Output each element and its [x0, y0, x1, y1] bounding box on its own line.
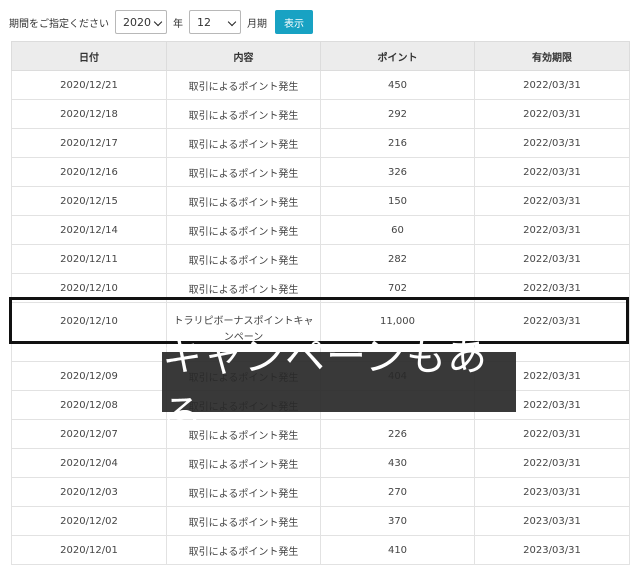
cell-expiry: 2022/03/31	[474, 70, 630, 100]
cell-points: 270	[320, 477, 475, 507]
cell-points: 410	[320, 535, 475, 565]
table-row: 2020/12/18 取引によるポイント発生 292 2022/03/31	[11, 99, 630, 129]
cell-expiry: 2022/03/31	[474, 128, 630, 158]
cell-expiry: 2022/03/31	[474, 186, 630, 216]
cell-expiry: 2023/03/31	[474, 535, 630, 565]
table-row: 2020/12/15 取引によるポイント発生 150 2022/03/31	[11, 186, 630, 216]
cell-expiry: 2022/03/31	[474, 157, 630, 187]
cell-date: 2020/12/10	[11, 302, 167, 362]
cell-points: 60	[320, 215, 475, 245]
cell-points: 430	[320, 448, 475, 478]
cell-points: 326	[320, 157, 475, 187]
period-filter: 期間をご指定ください 2020 年 12 月期 表示	[9, 9, 313, 35]
header-points: ポイント	[320, 41, 475, 71]
cell-date: 2020/12/02	[11, 506, 167, 536]
table-row: 2020/12/11 取引によるポイント発生 282 2022/03/31	[11, 244, 630, 274]
cell-points: 292	[320, 99, 475, 129]
cell-points: 370	[320, 506, 475, 536]
period-label: 期間をご指定ください	[9, 18, 109, 30]
cell-date: 2020/12/03	[11, 477, 167, 507]
table-header-row: 日付 内容 ポイント 有効期限	[11, 41, 630, 71]
cell-description: 取引によるポイント発生	[166, 244, 321, 274]
cell-points: 216	[320, 128, 475, 158]
cell-date: 2020/12/15	[11, 186, 167, 216]
cell-description: 取引によるポイント発生	[166, 477, 321, 507]
cell-expiry: 2022/03/31	[474, 448, 630, 478]
cell-description: 取引によるポイント発生	[166, 215, 321, 245]
table-row: 2020/12/21 取引によるポイント発生 450 2022/03/31	[11, 70, 630, 100]
year-value: 2020	[123, 15, 151, 29]
chevron-down-icon	[227, 17, 237, 27]
table-row: 2020/12/14 取引によるポイント発生 60 2022/03/31	[11, 215, 630, 245]
cell-date: 2020/12/17	[11, 128, 167, 158]
cell-expiry: 2023/03/31	[474, 477, 630, 507]
header-date: 日付	[11, 41, 167, 71]
table-row: 2020/12/03 取引によるポイント発生 270 2023/03/31	[11, 477, 630, 507]
cell-date: 2020/12/14	[11, 215, 167, 245]
cell-expiry: 2022/03/31	[474, 244, 630, 274]
points-history-table: 日付 内容 ポイント 有効期限 2020/12/21 取引によるポイント発生 450…	[11, 41, 630, 565]
cell-expiry: 2023/03/31	[474, 506, 630, 536]
cell-date: 2020/12/18	[11, 99, 167, 129]
cell-date: 2020/12/07	[11, 419, 167, 449]
cell-description: 取引によるポイント発生	[166, 70, 321, 100]
overlay-caption: キャンペーンもある	[162, 334, 516, 438]
cell-date: 2020/12/11	[11, 244, 167, 274]
cell-description: 取引によるポイント発生	[166, 448, 321, 478]
cell-points: 150	[320, 186, 475, 216]
table-row: 2020/12/02 取引によるポイント発生 370 2023/03/31	[11, 506, 630, 536]
cell-description: 取引によるポイント発生	[166, 99, 321, 129]
header-description: 内容	[166, 41, 321, 71]
cell-date: 2020/12/04	[11, 448, 167, 478]
month-value: 12	[197, 15, 211, 29]
cell-points: 702	[320, 273, 475, 303]
table-row: 2020/12/01 取引によるポイント発生 410 2023/03/31	[11, 535, 630, 565]
cell-date: 2020/12/16	[11, 157, 167, 187]
table-row: 2020/12/04 取引によるポイント発生 430 2022/03/31	[11, 448, 630, 478]
cell-description: 取引によるポイント発生	[166, 535, 321, 565]
cell-date: 2020/12/09	[11, 361, 167, 391]
month-unit-label: 月期	[247, 18, 267, 30]
cell-date: 2020/12/01	[11, 535, 167, 565]
cell-description: 取引によるポイント発生	[166, 273, 321, 303]
table-row: 2020/12/10 取引によるポイント発生 702 2022/03/31	[11, 273, 630, 303]
chevron-down-icon	[153, 17, 163, 27]
cell-date: 2020/12/21	[11, 70, 167, 100]
cell-expiry: 2022/03/31	[474, 273, 630, 303]
cell-description: 取引によるポイント発生	[166, 506, 321, 536]
month-select[interactable]: 12	[189, 10, 241, 34]
cell-description: 取引によるポイント発生	[166, 128, 321, 158]
table-row: 2020/12/17 取引によるポイント発生 216 2022/03/31	[11, 128, 630, 158]
cell-date: 2020/12/10	[11, 273, 167, 303]
table-row: 2020/12/16 取引によるポイント発生 326 2022/03/31	[11, 157, 630, 187]
show-button[interactable]: 表示	[275, 10, 313, 34]
cell-expiry: 2022/03/31	[474, 215, 630, 245]
cell-expiry: 2022/03/31	[474, 99, 630, 129]
year-unit-label: 年	[173, 18, 183, 30]
cell-date: 2020/12/08	[11, 390, 167, 420]
cell-description: 取引によるポイント発生	[166, 157, 321, 187]
year-select[interactable]: 2020	[115, 10, 167, 34]
cell-points: 282	[320, 244, 475, 274]
cell-points: 450	[320, 70, 475, 100]
header-expiry: 有効期限	[474, 41, 630, 71]
cell-description: 取引によるポイント発生	[166, 186, 321, 216]
